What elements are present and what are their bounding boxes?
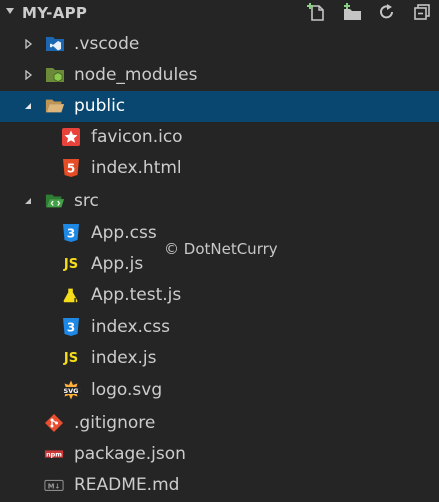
tree-item-label: src: [74, 191, 99, 211]
css3-glyph: 3: [67, 227, 75, 241]
svg-glyph: SVG: [63, 387, 78, 395]
explorer-header[interactable]: MY-APP: [0, 0, 439, 26]
tree-item-label: .gitignore: [74, 413, 156, 433]
tree-item-label: README.md: [74, 475, 180, 495]
css3-icon: 3: [61, 317, 81, 337]
javascript-icon: JS: [63, 350, 79, 366]
tree-item-label: logo.svg: [91, 380, 163, 400]
tree-item-logo-svg[interactable]: SVG logo.svg: [0, 375, 439, 406]
tree-item-label: index.html: [91, 158, 182, 178]
tree-item-label: index.js: [91, 348, 157, 368]
html5-icon: 5: [61, 158, 81, 178]
src-folder-icon: [45, 191, 65, 211]
tree-item-public[interactable]: public: [0, 91, 439, 122]
tree-item-node-modules[interactable]: node_modules: [0, 60, 439, 91]
folder-open-icon: [45, 96, 65, 116]
chevron-right-icon[interactable]: [24, 70, 34, 80]
tree-item-index-js[interactable]: JS index.js: [0, 343, 439, 374]
new-file-icon[interactable]: [306, 2, 328, 22]
tree-item-index-html[interactable]: 5 index.html: [0, 153, 439, 184]
tree-item-label: favicon.ico: [91, 127, 183, 147]
tree-item-readme[interactable]: M↓ README.md: [0, 470, 439, 501]
tree-item-index-css[interactable]: 3 index.css: [0, 312, 439, 343]
tree-item-label: App.test.js: [91, 285, 182, 305]
tree-item-app-test-js[interactable]: JS App.test.js: [0, 280, 439, 311]
html5-glyph: 5: [67, 162, 75, 176]
tree-item-label: node_modules: [74, 65, 198, 85]
test-js-icon: JS: [61, 285, 81, 305]
javascript-icon: JS: [63, 256, 79, 272]
test-js-glyph: JS: [73, 296, 81, 305]
git-icon: [44, 413, 64, 433]
tree-item-favicon[interactable]: favicon.ico: [0, 122, 439, 153]
css3-glyph: 3: [67, 321, 75, 335]
npm-glyph: npm: [46, 451, 62, 458]
npm-icon: npm: [44, 444, 64, 464]
vscode-folder-icon: [45, 34, 65, 54]
chevron-down-icon[interactable]: [23, 101, 33, 111]
file-explorer: MY-APP .vscode node_modules public favic…: [0, 0, 439, 502]
chevron-right-icon[interactable]: [24, 39, 34, 49]
svg-file-icon: SVG: [61, 380, 81, 400]
css3-icon: 3: [61, 223, 81, 243]
tree-item-package-json[interactable]: npm package.json: [0, 439, 439, 470]
tree-item-label: .vscode: [74, 34, 140, 54]
tree-item-label: App.css: [91, 223, 157, 243]
chevron-down-icon[interactable]: [23, 196, 33, 206]
chevron-down-icon[interactable]: [4, 5, 16, 17]
tree-item-label: index.css: [91, 317, 170, 337]
node-folder-icon: [45, 65, 65, 85]
new-folder-icon[interactable]: [341, 2, 363, 22]
explorer-actions: [293, 2, 433, 22]
tree-item-gitignore[interactable]: .gitignore: [0, 408, 439, 439]
project-title: MY-APP: [22, 4, 88, 22]
collapse-all-icon[interactable]: [411, 2, 433, 22]
favicon-star-icon: [61, 127, 81, 147]
tree-item-vscode[interactable]: .vscode: [0, 29, 439, 60]
watermark: © DotNetCurry: [164, 240, 278, 258]
refresh-icon[interactable]: [376, 2, 398, 22]
tree-item-label: public: [74, 96, 126, 116]
tree-item-label: package.json: [74, 444, 186, 464]
tree-item-label: App.js: [91, 254, 144, 274]
markdown-icon: M↓: [44, 475, 64, 495]
tree-item-src[interactable]: src: [0, 186, 439, 217]
markdown-glyph: M↓: [48, 482, 60, 490]
